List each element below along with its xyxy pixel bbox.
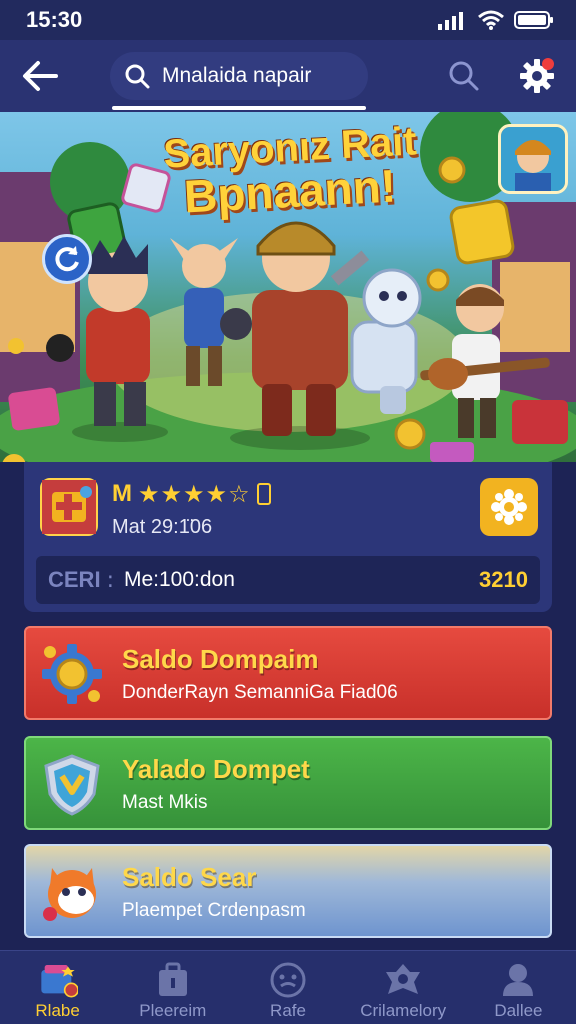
gear-icon: [42, 644, 102, 704]
game-icon[interactable]: [40, 478, 98, 536]
release-date: Mat 29:1̈06: [112, 516, 213, 538]
action-title: Saldo Dompaim: [122, 644, 319, 674]
rating-row: M ★★★★☆: [112, 480, 271, 508]
rating-badge-icon: [256, 483, 271, 505]
status-icons: [438, 10, 554, 30]
banner-title-line2: Bpnaann!: [182, 159, 398, 223]
fox-mascot-icon: [43, 868, 96, 921]
game-store-icon: [38, 961, 78, 999]
action-title: Saldo Sear: [122, 862, 257, 892]
search-button[interactable]: [444, 56, 484, 96]
banner-avatar-badge[interactable]: [498, 124, 568, 194]
nav-label: Crilamelory: [360, 1001, 447, 1020]
nav-label: Dallee: [494, 1001, 543, 1020]
stat-separator: :: [106, 567, 114, 593]
reward-button[interactable]: [480, 478, 538, 536]
nav-label: Rlabe: [35, 1001, 80, 1020]
gear-reward-icon: [491, 489, 527, 525]
star-rating: ★★★★☆: [138, 480, 251, 508]
game-logo-icon: [42, 480, 96, 534]
nav-label: Rafe: [270, 1001, 306, 1020]
arrow-left-icon: [23, 61, 58, 91]
status-time: 15:30: [26, 7, 83, 32]
search-input[interactable]: [162, 64, 362, 88]
nav-label: Pleereim: [139, 1001, 207, 1020]
banner-refresh-button[interactable]: [42, 234, 92, 284]
game-info-card: M ★★★★☆ Mat 29:1̈06 CERI : Me:100:don 32…: [24, 462, 552, 612]
badge-icon: [383, 961, 423, 999]
bottom-nav: Rlabe Pleereim Rafe Crilamelory Dallee: [0, 950, 576, 1024]
action-subtitle: DonderRayn SemanniGa Fiad06: [122, 682, 398, 703]
stat-number: 3210: [479, 567, 528, 592]
action-card-saldo-sear[interactable]: Saldo Sear Plaempet Crdenpasm: [24, 844, 552, 938]
settings-button[interactable]: [514, 54, 560, 98]
briefcase-icon: [153, 961, 193, 999]
signal-icon: [438, 12, 463, 30]
search-underline: [112, 106, 366, 110]
banner-title: Saryonız Rait Bpnaann!: [150, 119, 430, 222]
search-icon: [125, 64, 150, 89]
wifi-icon: [478, 10, 504, 30]
back-button[interactable]: [18, 56, 62, 96]
action-subtitle: Mast Mkis: [122, 792, 208, 813]
nav-item-crilamelory[interactable]: Crilamelory: [346, 951, 461, 1024]
action-title: Yalado Dompet: [122, 754, 310, 784]
hero-banner[interactable]: Saryonız Rait Bpnaann!: [0, 112, 576, 462]
action-card-saldo-dompaim[interactable]: Saldo Dompaim DonderRayn SemanniGa Fiad0…: [24, 626, 552, 720]
clock-icon: [268, 961, 308, 999]
nav-item-dallee[interactable]: Dallee: [461, 951, 576, 1024]
action-subtitle: Plaempet Crdenpasm: [122, 900, 306, 921]
search-bar[interactable]: [110, 52, 368, 100]
notification-dot: [542, 58, 554, 70]
stat-row: CERI : Me:100:don 3210: [36, 556, 540, 604]
nav-item-pleereim[interactable]: Pleereim: [115, 951, 230, 1024]
character-avatar-icon: [501, 127, 565, 191]
stat-value: Me:100:don: [123, 568, 235, 591]
nav-item-rlabe[interactable]: Rlabe: [0, 951, 115, 1024]
nav-item-rafe[interactable]: Rafe: [230, 951, 345, 1024]
app-bar: [0, 40, 576, 112]
refresh-icon: [55, 246, 79, 272]
search-icon: [449, 61, 479, 91]
rating-letter: M: [112, 480, 132, 507]
shield-icon: [44, 754, 100, 816]
stat-label: CERI: [48, 567, 101, 592]
action-card-yalado-dompet[interactable]: Yalado Dompet Mast Mkis: [24, 736, 552, 830]
battery-icon: [514, 11, 553, 29]
user-icon: [498, 961, 538, 999]
status-bar: 15:30: [0, 0, 576, 40]
